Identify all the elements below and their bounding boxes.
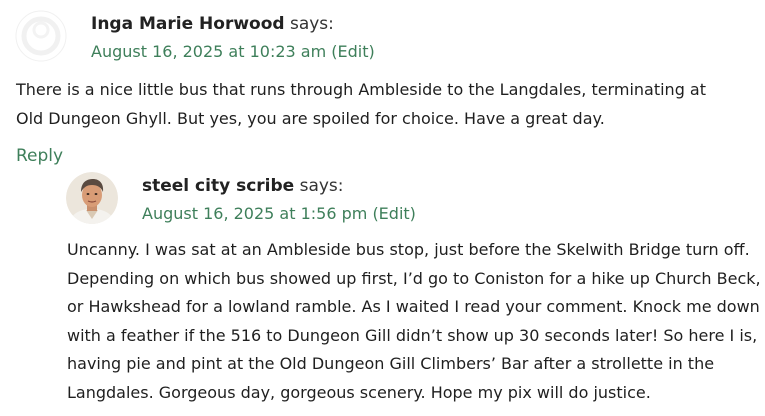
comment-meta: August 16, 2025 at 1:56 pm (Edit) bbox=[142, 204, 416, 224]
edit-comment-link[interactable]: (Edit) bbox=[331, 42, 374, 61]
user-photo-avatar bbox=[66, 172, 118, 224]
edit-comment-link[interactable]: (Edit) bbox=[372, 204, 415, 223]
default-avatar-icon bbox=[15, 10, 67, 62]
comment-date-link[interactable]: August 16, 2025 at 1:56 pm bbox=[142, 204, 367, 223]
comment-author: Inga Marie Horwood bbox=[91, 14, 285, 34]
comment-meta: August 16, 2025 at 10:23 am (Edit) bbox=[91, 42, 375, 62]
comment-author-line: steel city scribe says: bbox=[142, 176, 344, 196]
comment-body: There is a nice little bus that runs thr… bbox=[16, 76, 736, 133]
comment-paragraph: There is a nice little bus that runs thr… bbox=[16, 80, 707, 128]
comment-date-link[interactable]: August 16, 2025 at 10:23 am bbox=[91, 42, 326, 61]
comment-body: Uncanny. I was sat at an Ambleside bus s… bbox=[67, 236, 761, 407]
says-label: says: bbox=[289, 14, 334, 34]
comment-author: steel city scribe bbox=[142, 176, 295, 196]
reply-link[interactable]: Reply bbox=[16, 146, 63, 166]
comment-paragraph: Uncanny. I was sat at an Ambleside bus s… bbox=[67, 240, 761, 402]
comment-author-line: Inga Marie Horwood says: bbox=[91, 14, 334, 34]
says-label: says: bbox=[299, 176, 344, 196]
